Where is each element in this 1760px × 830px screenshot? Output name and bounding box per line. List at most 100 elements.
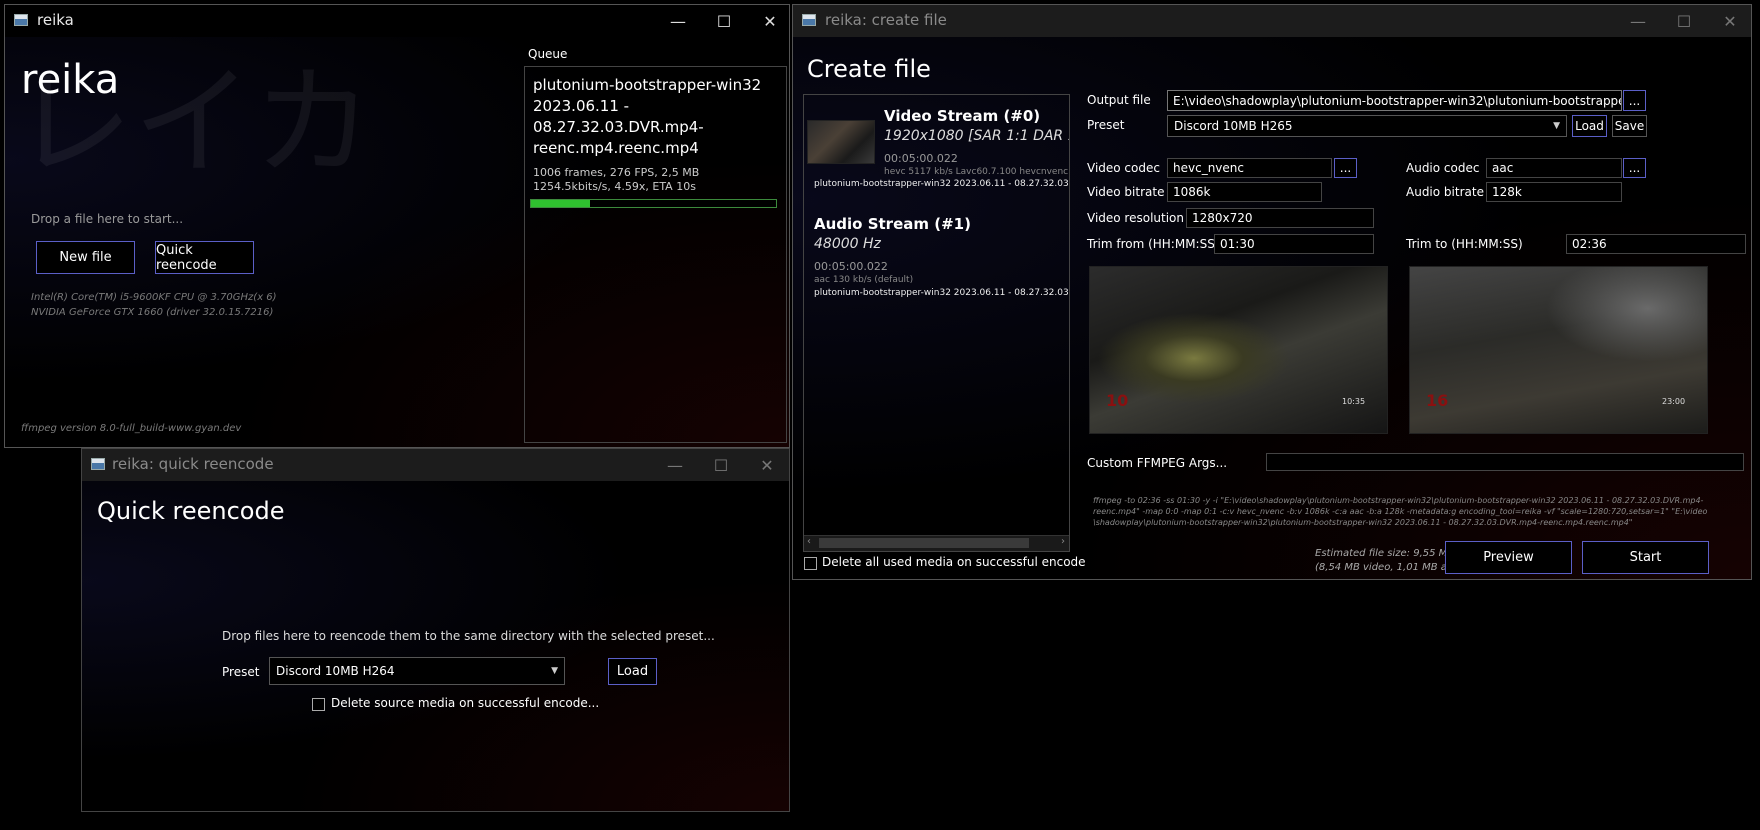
video-stream-resolution: 1920x1080 [SAR 1:1 DAR 16:9] <box>884 128 1069 144</box>
chevron-down-icon: ▼ <box>1553 121 1560 131</box>
drop-hint: Drop a file here to start... <box>31 212 184 226</box>
preview-button[interactable]: Preview <box>1445 541 1572 574</box>
quick-delete-label: Delete source media on successful encode… <box>331 696 600 710</box>
video-codec-input[interactable]: hevc_nvenc <box>1167 158 1332 178</box>
maximize-icon[interactable]: ☐ <box>1661 5 1707 37</box>
video-bitrate-label: Video bitrate <box>1087 185 1165 199</box>
main-window: reika — ☐ ✕ レイカ reika Drop a file here t… <box>4 4 790 448</box>
queue-label: Queue <box>528 47 568 61</box>
audio-codec-label: Audio codec <box>1406 161 1480 175</box>
output-file-label: Output file <box>1087 93 1151 107</box>
load-preset-button[interactable]: Load <box>1572 115 1607 137</box>
quick-load-button[interactable]: Load <box>608 658 657 685</box>
delete-used-media-label: Delete all used media on successful enco… <box>822 555 1086 569</box>
custom-args-label: Custom FFMPEG Args... <box>1087 456 1228 470</box>
audio-stream-rate: 48000 Hz <box>814 236 881 252</box>
preset-select[interactable]: Discord 10MB H265 ▼ <box>1167 115 1567 137</box>
save-preset-button[interactable]: Save <box>1612 115 1647 137</box>
quick-preset-label: Preset <box>222 665 260 679</box>
scroll-right-icon[interactable]: › <box>1061 536 1065 547</box>
maximize-icon[interactable]: ☐ <box>698 449 744 481</box>
queue-item-stats-1: 1006 frames, 276 FPS, 2,5 MB <box>533 166 700 179</box>
cpu-info: Intel(R) Core(TM) i5-9600KF CPU @ 3.70GH… <box>31 292 277 303</box>
ffmpeg-command-line-3: \shadowplay\plutonium-bootstrapper-win32… <box>1093 518 1633 527</box>
trim-start-preview: 10 10:35 <box>1089 266 1388 434</box>
delete-used-media-checkbox[interactable] <box>804 557 817 570</box>
audio-stream-codec: aac 130 kb/s (default) <box>814 275 914 285</box>
trim-from-input[interactable]: 01:30 <box>1214 234 1374 254</box>
audio-codec-browse-button[interactable]: ... <box>1623 158 1646 178</box>
queue-item-name-1: plutonium-bootstrapper-win32 <box>533 76 762 94</box>
app-icon <box>91 458 105 470</box>
queue-list[interactable]: plutonium-bootstrapper-win32 2023.06.11 … <box>524 66 787 443</box>
close-icon[interactable]: ✕ <box>1707 5 1753 37</box>
estimated-size: Estimated file size: 9,55 MB <box>1315 548 1455 559</box>
queue-item-name-2: 2023.06.11 - <box>533 97 630 115</box>
chevron-down-icon: ▼ <box>551 666 558 676</box>
audio-stream-file: plutonium-bootstrapper-win32 2023.06.11 … <box>814 288 1069 298</box>
queue-item-name-4: reenc.mp4.reenc.mp4 <box>533 139 699 157</box>
audio-codec-input[interactable]: aac <box>1486 158 1622 178</box>
quick-preset-select[interactable]: Discord 10MB H264 ▼ <box>269 657 565 685</box>
preset-label: Preset <box>1087 118 1125 132</box>
window-title: reika: quick reencode <box>112 455 274 473</box>
audio-bitrate-label: Audio bitrate <box>1406 185 1484 199</box>
thumb-hud-time: 10:35 <box>1342 397 1366 406</box>
video-resolution-label: Video resolution <box>1087 211 1185 225</box>
video-stream-title: Video Stream (#0) <box>884 107 1041 125</box>
video-stream-duration: 00:05:00.022 <box>884 152 958 165</box>
video-resolution-input[interactable]: 1280x720 <box>1186 208 1374 228</box>
thumb-hud-score: 10 <box>1106 391 1129 410</box>
minimize-icon[interactable]: — <box>1615 5 1661 37</box>
maximize-icon[interactable]: ☐ <box>701 5 747 37</box>
output-file-input[interactable]: E:\video\shadowplay\plutonium-bootstrapp… <box>1167 90 1622 111</box>
quick-preset-value: Discord 10MB H264 <box>276 664 395 678</box>
video-stream-file: plutonium-bootstrapper-win32 2023.06.11 … <box>814 179 1069 189</box>
queue-item-stats-2: 1254.5kbits/s, 4.59x, ETA 10s <box>533 180 696 193</box>
video-bitrate-input[interactable]: 1086k <box>1167 182 1322 202</box>
scroll-left-icon[interactable]: ‹ <box>807 536 811 547</box>
create-file-window: reika: create file — ☐ ✕ Create file Vid… <box>792 4 1752 580</box>
progress-fill <box>531 200 590 207</box>
app-icon <box>802 14 816 26</box>
trim-end-preview: 16 23:00 <box>1409 266 1708 434</box>
trim-to-input[interactable]: 02:36 <box>1566 234 1746 254</box>
app-name-heading: reika <box>21 57 120 103</box>
close-icon[interactable]: ✕ <box>744 449 790 481</box>
video-codec-label: Video codec <box>1087 161 1160 175</box>
browse-output-button[interactable]: ... <box>1623 90 1646 111</box>
audio-stream-title: Audio Stream (#1) <box>814 215 971 233</box>
thumb-hud-time: 23:00 <box>1662 397 1686 406</box>
custom-args-input[interactable] <box>1266 453 1744 471</box>
quick-drop-hint: Drop files here to reencode them to the … <box>222 629 715 643</box>
minimize-icon[interactable]: — <box>652 449 698 481</box>
scrollbar-thumb[interactable] <box>819 538 1029 548</box>
close-icon[interactable]: ✕ <box>747 5 793 37</box>
create-heading: Create file <box>807 55 931 83</box>
horizontal-scrollbar[interactable]: ‹ › <box>804 535 1069 551</box>
progress-bar <box>530 199 777 208</box>
quick-heading: Quick reencode <box>97 497 285 525</box>
audio-bitrate-input[interactable]: 128k <box>1486 182 1622 202</box>
gpu-info: NVIDIA GeForce GTX 1660 (driver 32.0.15.… <box>31 307 274 318</box>
quick-delete-checkbox[interactable] <box>312 698 325 711</box>
quick-titlebar[interactable]: reika: quick reencode — ☐ ✕ <box>82 449 789 481</box>
ffmpeg-version: ffmpeg version 8.0-full_build-www.gyan.d… <box>21 423 242 434</box>
queue-item[interactable]: plutonium-bootstrapper-win32 2023.06.11 … <box>525 67 786 208</box>
quick-reencode-window: reika: quick reencode — ☐ ✕ Quick reenco… <box>81 448 790 812</box>
video-codec-browse-button[interactable]: ... <box>1334 158 1357 178</box>
trim-from-label: Trim from (HH:MM:SS) <box>1087 237 1220 251</box>
preset-value: Discord 10MB H265 <box>1174 119 1293 133</box>
watermark-text: レイカ <box>13 54 373 193</box>
window-title: reika: create file <box>825 11 947 29</box>
create-titlebar[interactable]: reika: create file — ☐ ✕ <box>793 5 1751 37</box>
start-button[interactable]: Start <box>1582 541 1709 574</box>
new-file-button[interactable]: New file <box>36 241 135 274</box>
quick-reencode-button[interactable]: Quick reencode <box>155 241 254 274</box>
thumb-hud-score: 16 <box>1426 391 1449 410</box>
minimize-icon[interactable]: — <box>655 5 701 37</box>
video-stream-codec: hevc 5117 kb/s Lavc60.7.100 hevcnvenc <box>884 167 1069 177</box>
stream-list[interactable]: Video Stream (#0) 1920x1080 [SAR 1:1 DAR… <box>803 94 1070 552</box>
audio-stream-duration: 00:05:00.022 <box>814 260 888 273</box>
trim-to-label: Trim to (HH:MM:SS) <box>1406 237 1523 251</box>
